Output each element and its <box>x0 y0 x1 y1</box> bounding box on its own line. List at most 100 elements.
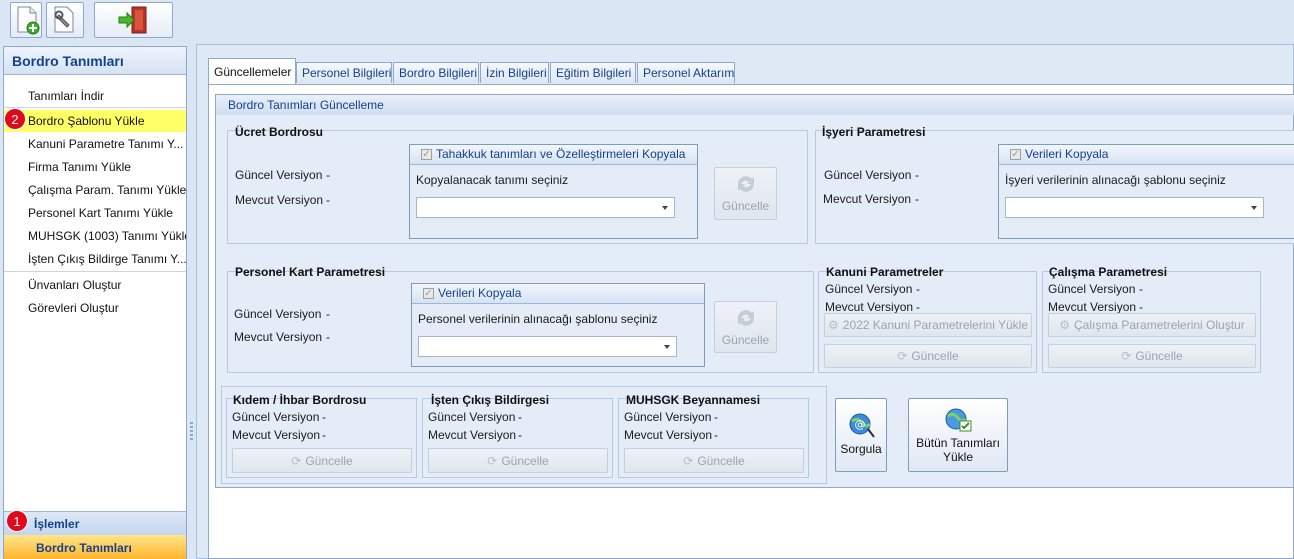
current-version-label: Güncel Versiyon <box>624 410 712 424</box>
existing-version-value: - <box>1139 300 1143 314</box>
refresh-icon: ⟳ <box>897 349 908 363</box>
personel-copy-header[interactable]: ✓ Verileri Kopyala <box>412 284 704 304</box>
refresh-icon: ⟳ <box>487 454 498 468</box>
personel-kart-title: Personel Kart Parametresi <box>235 265 386 279</box>
tab-guncellemeler[interactable]: Güncellemeler <box>208 58 296 85</box>
isyeri-select-hint: İşyeri verilerinin alınacağı şablonu seç… <box>1005 173 1226 187</box>
current-version-label: Güncel Versiyon <box>825 282 913 296</box>
query-label: Sorgula <box>840 442 882 456</box>
current-version-value: - <box>322 410 326 424</box>
settings-document-icon <box>54 6 74 33</box>
exit-button[interactable] <box>94 2 173 38</box>
kanuni-update-button[interactable]: ⟳ Güncelle <box>824 344 1032 368</box>
tab-bordro-bilgileri[interactable]: Bordro Bilgileri <box>393 62 479 83</box>
existing-version-label: Mevcut Versiyon <box>1048 300 1137 314</box>
existing-version-value: - <box>326 330 330 344</box>
existing-version-value: - <box>915 192 919 206</box>
sidebar-item-unvanlari-olustur[interactable]: Ünvanları Oluştur <box>4 274 186 296</box>
divider <box>4 271 186 272</box>
current-version-value: - <box>1139 282 1143 296</box>
isyeri-copy-header[interactable]: ✓ Verileri Kopyala <box>999 145 1294 165</box>
isyeri-template-select[interactable] <box>1005 197 1264 218</box>
load-all-label-line2: Yükle <box>942 450 974 464</box>
checkbox-icon[interactable]: ✓ <box>421 149 432 160</box>
ucret-copy-header[interactable]: ✓ Tahakkuk tanımları ve Özelleştirmeleri… <box>410 145 697 165</box>
sidebar-group-islemler[interactable]: İşlemler <box>4 511 186 535</box>
existing-version-label: Mevcut Versiyon <box>234 330 323 344</box>
isten-cikis-update-button[interactable]: ⟳ Güncelle <box>428 448 608 473</box>
tab-personel-bilgileri[interactable]: Personel Bilgileri <box>296 62 392 83</box>
current-version-label: Güncel Versiyon <box>234 307 322 321</box>
personel-template-select[interactable] <box>418 336 677 357</box>
existing-version-label: Mevcut Versiyon <box>235 193 324 207</box>
current-version-label: Güncel Versiyon <box>235 168 323 182</box>
personel-copy-label: Verileri Kopyala <box>438 286 522 300</box>
sidebar-item-tanimlari-indir[interactable]: Tanımları İndir <box>4 85 186 107</box>
sidebar: Bordro Tanımları Tanımları İndir Bordro … <box>3 46 187 559</box>
step-badge-1: 1 <box>6 510 28 532</box>
update-group-title: Bordro Tanımları Güncelleme <box>216 95 1294 115</box>
update-label: Güncelle <box>721 333 770 347</box>
query-button[interactable]: @ Sorgula <box>835 398 887 472</box>
isyeri-title: İşyeri Parametresi <box>822 125 926 139</box>
muhsgk-update-button[interactable]: ⟳ Güncelle <box>624 448 804 473</box>
tab-izin-bilgileri[interactable]: İzin Bilgileri <box>480 62 549 83</box>
sidebar-item-personel-kart[interactable]: Personel Kart Tanımı Yükle <box>4 202 186 224</box>
ucret-copy-label: Tahakkuk tanımları ve Özelleştirmeleri K… <box>436 147 686 161</box>
gear-icon: ⚙ <box>1059 318 1071 332</box>
existing-version-label: Mevcut Versiyon <box>232 428 321 442</box>
sidebar-item-bordro-sablonu-yukle[interactable]: Bordro Şablonu Yükle <box>4 110 186 132</box>
kanuni-load-button[interactable]: ⚙ 2022 Kanuni Parametrelerini Yükle <box>824 313 1032 337</box>
sidebar-item-calisma-param[interactable]: Çalışma Param. Tanımı Yükle <box>4 179 186 201</box>
load-all-label-line1: Bütün Tanımları <box>916 436 1000 450</box>
new-document-icon <box>17 6 40 35</box>
ucret-update-button[interactable]: Güncelle <box>714 167 777 220</box>
chevron-down-icon <box>662 206 668 210</box>
settings-button[interactable] <box>46 2 84 38</box>
isten-cikis-title: İşten Çıkış Bildirgesi <box>431 393 550 407</box>
sidebar-active-bordro-tanimlari[interactable]: Bordro Tanımları <box>4 535 186 559</box>
existing-version-value: - <box>326 193 330 207</box>
existing-version-value: - <box>916 300 920 314</box>
new-document-button[interactable] <box>10 2 42 38</box>
personel-copy-panel: ✓ Verileri Kopyala Personel verilerinin … <box>411 283 705 367</box>
current-version-value: - <box>714 410 718 424</box>
sidebar-item-firma-tanimi[interactable]: Firma Tanımı Yükle <box>4 156 186 178</box>
calisma-create-button[interactable]: ⚙ Çalışma Parametrelerini Oluştur <box>1048 313 1256 337</box>
toolbar <box>0 0 1294 42</box>
personel-update-button[interactable]: Güncelle <box>714 301 777 353</box>
load-all-definitions-button[interactable]: Bütün Tanımları Yükle <box>908 398 1008 472</box>
current-version-value: - <box>518 410 522 424</box>
ucret-copy-panel: ✓ Tahakkuk tanımları ve Özelleştirmeleri… <box>409 144 698 239</box>
sidebar-item-muhsgk[interactable]: MUHSGK (1003) Tanımı Yükle <box>4 225 186 247</box>
update-label: Güncelle <box>721 199 770 213</box>
sidebar-item-gorevleri-olustur[interactable]: Görevleri Oluştur <box>4 297 186 319</box>
existing-version-label: Mevcut Versiyon <box>825 300 914 314</box>
sidebar-item-kanuni-parametre[interactable]: Kanuni Parametre Tanımı Y... <box>4 133 186 155</box>
panel-splitter[interactable] <box>188 46 196 559</box>
existing-version-label: Mevcut Versiyon <box>624 428 713 442</box>
svg-text:@: @ <box>855 418 866 431</box>
refresh-icon: ⟳ <box>683 454 694 468</box>
current-version-label: Güncel Versiyon <box>824 168 912 182</box>
isyeri-copy-panel: ✓ Verileri Kopyala İşyeri verilerinin al… <box>998 144 1294 239</box>
checkbox-icon[interactable]: ✓ <box>1010 149 1021 160</box>
checkbox-icon[interactable]: ✓ <box>423 288 434 299</box>
tab-personel-aktarim[interactable]: Personel Aktarım <box>637 62 735 83</box>
current-version-label: Güncel Versiyon <box>232 410 320 424</box>
ucret-template-select[interactable] <box>416 197 675 218</box>
kidem-title: Kıdem / İhbar Bordrosu <box>233 393 367 407</box>
refresh-icon: ⟳ <box>291 454 302 468</box>
sidebar-item-isten-cikis[interactable]: İşten Çıkış Bildirge Tanımı Y... <box>4 248 186 270</box>
muhsgk-title: MUHSGK Beyannamesi <box>626 393 761 407</box>
calisma-update-button[interactable]: ⟳ Güncelle <box>1048 344 1256 368</box>
current-version-value: - <box>915 168 919 182</box>
tab-egitim-bilgileri[interactable]: Eğitim Bilgileri <box>550 62 636 83</box>
step-badge-2: 2 <box>4 108 26 130</box>
chevron-down-icon <box>664 345 670 349</box>
current-version-label: Güncel Versiyon <box>1048 282 1136 296</box>
kidem-update-button[interactable]: ⟳ Güncelle <box>232 448 412 473</box>
ucret-select-hint: Kopyalanacak tanımı seçiniz <box>416 173 569 187</box>
ucret-bordrosu-title: Ücret Bordrosu <box>235 125 324 139</box>
chevron-down-icon <box>1251 206 1257 210</box>
